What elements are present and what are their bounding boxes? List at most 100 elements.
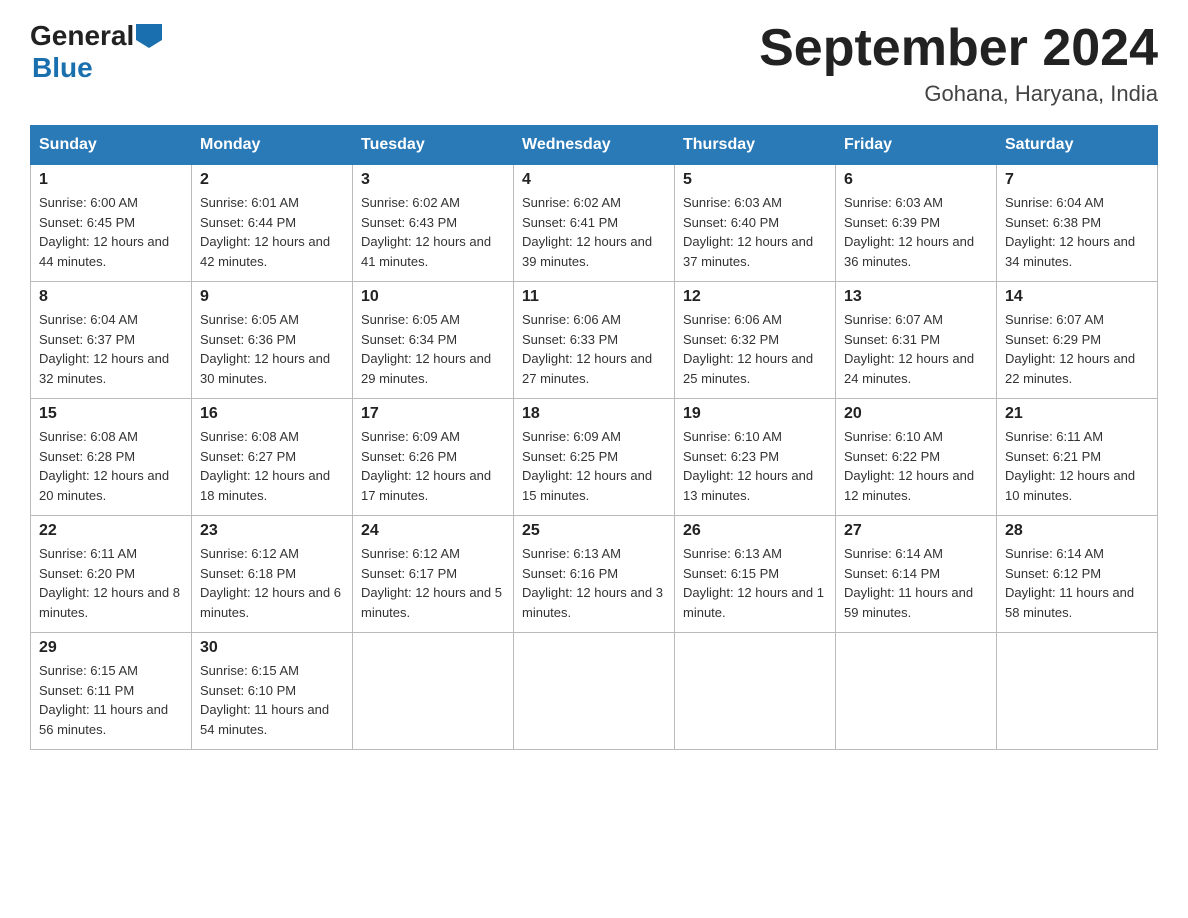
day-cell: 23 Sunrise: 6:12 AMSunset: 6:18 PMDayligh… [192, 516, 353, 633]
day-info: Sunrise: 6:11 AMSunset: 6:20 PMDaylight:… [39, 544, 183, 622]
day-info: Sunrise: 6:01 AMSunset: 6:44 PMDaylight:… [200, 193, 344, 271]
day-info: Sunrise: 6:05 AMSunset: 6:34 PMDaylight:… [361, 310, 505, 388]
day-cell: 26Sunrise: 6:13 AMSunset: 6:15 PMDayligh… [675, 516, 836, 633]
day-info: Sunrise: 6:04 AMSunset: 6:38 PMDaylight:… [1005, 193, 1149, 271]
day-cell: 21 Sunrise: 6:11 AMSunset: 6:21 PMDayligh… [997, 399, 1158, 516]
day-cell: 25 Sunrise: 6:13 AMSunset: 6:16 PMDayligh… [514, 516, 675, 633]
day-info: Sunrise: 6:12 AMSunset: 6:17 PMDaylight:… [361, 544, 505, 622]
day-cell: 27 Sunrise: 6:14 AMSunset: 6:14 PMDayligh… [836, 516, 997, 633]
day-cell: 8 Sunrise: 6:04 AMSunset: 6:37 PMDaylight… [31, 282, 192, 399]
day-number: 18 [522, 405, 666, 423]
day-info: Sunrise: 6:14 AMSunset: 6:14 PMDaylight:… [844, 544, 988, 622]
calendar-header: SundayMondayTuesdayWednesdayThursdayFrid… [31, 126, 1158, 165]
day-info: Sunrise: 6:05 AMSunset: 6:36 PMDaylight:… [200, 310, 344, 388]
logo: General Blue [30, 20, 162, 84]
day-cell: 2 Sunrise: 6:01 AMSunset: 6:44 PMDaylight… [192, 165, 353, 282]
day-number: 16 [200, 405, 344, 423]
location-subtitle: Gohana, Haryana, India [759, 81, 1158, 107]
day-cell: 10 Sunrise: 6:05 AMSunset: 6:34 PMDayligh… [353, 282, 514, 399]
day-cell: 15 Sunrise: 6:08 AMSunset: 6:28 PMDayligh… [31, 399, 192, 516]
day-info: Sunrise: 6:15 AMSunset: 6:10 PMDaylight:… [200, 661, 344, 739]
day-info: Sunrise: 6:11 AMSunset: 6:21 PMDaylight:… [1005, 427, 1149, 505]
day-info: Sunrise: 6:08 AMSunset: 6:28 PMDaylight:… [39, 427, 183, 505]
day-cell: 13 Sunrise: 6:07 AMSunset: 6:31 PMDayligh… [836, 282, 997, 399]
day-cell: 16 Sunrise: 6:08 AMSunset: 6:27 PMDayligh… [192, 399, 353, 516]
day-info: Sunrise: 6:09 AMSunset: 6:25 PMDaylight:… [522, 427, 666, 505]
day-number: 17 [361, 405, 505, 423]
day-cell: 18 Sunrise: 6:09 AMSunset: 6:25 PMDayligh… [514, 399, 675, 516]
day-info: Sunrise: 6:12 AMSunset: 6:18 PMDaylight:… [200, 544, 344, 622]
day-number: 2 [200, 171, 344, 189]
logo-general-text: General [30, 20, 134, 52]
day-number: 24 [361, 522, 505, 540]
day-cell: 3 Sunrise: 6:02 AMSunset: 6:43 PMDaylight… [353, 165, 514, 282]
day-number: 14 [1005, 288, 1149, 306]
day-number: 7 [1005, 171, 1149, 189]
day-info: Sunrise: 6:08 AMSunset: 6:27 PMDaylight:… [200, 427, 344, 505]
day-number: 25 [522, 522, 666, 540]
day-number: 22 [39, 522, 183, 540]
day-number: 4 [522, 171, 666, 189]
day-info: Sunrise: 6:10 AMSunset: 6:22 PMDaylight:… [844, 427, 988, 505]
day-info: Sunrise: 6:03 AMSunset: 6:40 PMDaylight:… [683, 193, 827, 271]
day-cell: 12 Sunrise: 6:06 AMSunset: 6:32 PMDayligh… [675, 282, 836, 399]
day-cell: 14 Sunrise: 6:07 AMSunset: 6:29 PMDayligh… [997, 282, 1158, 399]
day-number: 9 [200, 288, 344, 306]
day-cell [836, 633, 997, 750]
day-cell: 7 Sunrise: 6:04 AMSunset: 6:38 PMDaylight… [997, 165, 1158, 282]
week-row-3: 15 Sunrise: 6:08 AMSunset: 6:28 PMDayligh… [31, 399, 1158, 516]
calendar-table: SundayMondayTuesdayWednesdayThursdayFrid… [30, 125, 1158, 750]
day-number: 15 [39, 405, 183, 423]
day-info: Sunrise: 6:02 AMSunset: 6:41 PMDaylight:… [522, 193, 666, 271]
day-cell: 29 Sunrise: 6:15 AMSunset: 6:11 PMDayligh… [31, 633, 192, 750]
week-row-4: 22 Sunrise: 6:11 AMSunset: 6:20 PMDayligh… [31, 516, 1158, 633]
day-number: 23 [200, 522, 344, 540]
header-wednesday: Wednesday [514, 126, 675, 165]
day-number: 27 [844, 522, 988, 540]
header-sunday: Sunday [31, 126, 192, 165]
header-row: SundayMondayTuesdayWednesdayThursdayFrid… [31, 126, 1158, 165]
day-cell: 17 Sunrise: 6:09 AMSunset: 6:26 PMDayligh… [353, 399, 514, 516]
day-info: Sunrise: 6:15 AMSunset: 6:11 PMDaylight:… [39, 661, 183, 739]
day-info: Sunrise: 6:04 AMSunset: 6:37 PMDaylight:… [39, 310, 183, 388]
day-number: 19 [683, 405, 827, 423]
day-cell: 19 Sunrise: 6:10 AMSunset: 6:23 PMDayligh… [675, 399, 836, 516]
day-cell: 20 Sunrise: 6:10 AMSunset: 6:22 PMDayligh… [836, 399, 997, 516]
day-info: Sunrise: 6:07 AMSunset: 6:31 PMDaylight:… [844, 310, 988, 388]
day-info: Sunrise: 6:00 AMSunset: 6:45 PMDaylight:… [39, 193, 183, 271]
header-saturday: Saturday [997, 126, 1158, 165]
day-number: 12 [683, 288, 827, 306]
day-number: 20 [844, 405, 988, 423]
day-number: 29 [39, 639, 183, 657]
day-number: 8 [39, 288, 183, 306]
day-info: Sunrise: 6:13 AMSunset: 6:16 PMDaylight:… [522, 544, 666, 622]
day-info: Sunrise: 6:06 AMSunset: 6:33 PMDaylight:… [522, 310, 666, 388]
title-area: September 2024 Gohana, Haryana, India [759, 20, 1158, 107]
day-number: 26 [683, 522, 827, 540]
day-info: Sunrise: 6:14 AMSunset: 6:12 PMDaylight:… [1005, 544, 1149, 622]
day-info: Sunrise: 6:06 AMSunset: 6:32 PMDaylight:… [683, 310, 827, 388]
day-number: 6 [844, 171, 988, 189]
day-cell: 28Sunrise: 6:14 AMSunset: 6:12 PMDayligh… [997, 516, 1158, 633]
day-info: Sunrise: 6:07 AMSunset: 6:29 PMDaylight:… [1005, 310, 1149, 388]
header-thursday: Thursday [675, 126, 836, 165]
day-info: Sunrise: 6:03 AMSunset: 6:39 PMDaylight:… [844, 193, 988, 271]
calendar-body: 1Sunrise: 6:00 AMSunset: 6:45 PMDaylight… [31, 165, 1158, 750]
day-info: Sunrise: 6:10 AMSunset: 6:23 PMDaylight:… [683, 427, 827, 505]
day-number: 11 [522, 288, 666, 306]
day-number: 10 [361, 288, 505, 306]
day-number: 13 [844, 288, 988, 306]
day-info: Sunrise: 6:02 AMSunset: 6:43 PMDaylight:… [361, 193, 505, 271]
day-number: 3 [361, 171, 505, 189]
week-row-2: 8 Sunrise: 6:04 AMSunset: 6:37 PMDaylight… [31, 282, 1158, 399]
day-cell: 5 Sunrise: 6:03 AMSunset: 6:40 PMDaylight… [675, 165, 836, 282]
day-info: Sunrise: 6:09 AMSunset: 6:26 PMDaylight:… [361, 427, 505, 505]
page-header: General Blue September 2024 Gohana, Hary… [30, 20, 1158, 107]
month-title: September 2024 [759, 20, 1158, 77]
week-row-5: 29 Sunrise: 6:15 AMSunset: 6:11 PMDayligh… [31, 633, 1158, 750]
day-cell [675, 633, 836, 750]
day-number: 21 [1005, 405, 1149, 423]
logo-arrow-icon [136, 24, 162, 48]
day-number: 5 [683, 171, 827, 189]
day-cell [997, 633, 1158, 750]
